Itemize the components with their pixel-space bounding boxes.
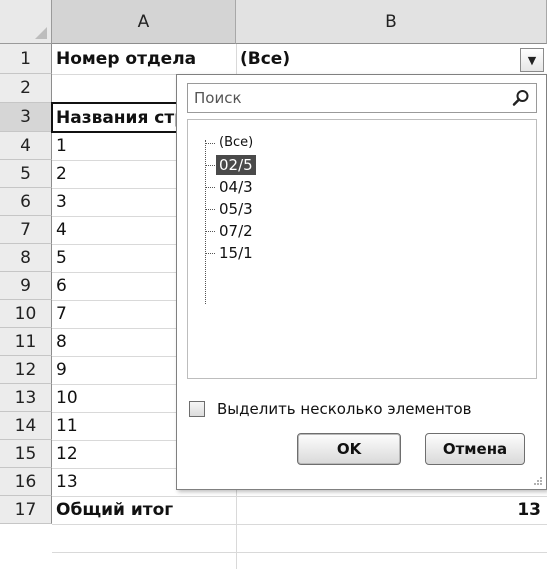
resize-grip-icon[interactable] [533, 476, 543, 486]
grand-total-value[interactable]: 13 [236, 496, 547, 524]
cell-b1-filter-value[interactable]: (Все) [236, 44, 516, 74]
row-header[interactable]: 14 [0, 412, 52, 440]
row-header[interactable]: 11 [0, 328, 52, 356]
row-header[interactable]: 4 [0, 132, 52, 160]
row-header[interactable]: 7 [0, 216, 52, 244]
column-header-a[interactable]: A [52, 0, 236, 44]
list-item[interactable]: 05/3 [205, 198, 256, 220]
list-item[interactable]: 15/1 [205, 242, 256, 264]
tree-branch [205, 186, 215, 188]
tree-branch [205, 164, 215, 166]
table-row[interactable]: 6 [52, 272, 174, 300]
row-header[interactable]: 15 [0, 440, 52, 468]
search-icon[interactable] [512, 89, 530, 107]
grand-total-label[interactable]: Общий итог [52, 496, 236, 524]
multi-select-label[interactable]: Выделить несколько элементов [217, 400, 472, 418]
tree-branch [205, 208, 215, 210]
row-header[interactable]: 9 [0, 272, 52, 300]
table-row[interactable]: 11 [52, 412, 174, 440]
table-row[interactable]: 1 [52, 132, 174, 160]
list-item-label[interactable]: 07/2 [216, 221, 256, 241]
table-row[interactable]: 12 [52, 440, 174, 468]
row-header[interactable]: 5 [0, 160, 52, 188]
row-header[interactable]: 17 [0, 496, 52, 524]
row-header[interactable]: 2 [0, 74, 52, 103]
table-row[interactable]: 13 [52, 468, 174, 496]
tree-branch [205, 252, 215, 254]
table-row[interactable]: 3 [52, 188, 174, 216]
search-input[interactable] [188, 84, 504, 112]
tree-branch [205, 142, 215, 144]
filter-items-list[interactable]: (Все) 02/5 04/3 05/3 07/2 15/1 [187, 119, 537, 379]
multi-select-checkbox[interactable] [189, 401, 205, 417]
column-header-b[interactable]: B [236, 0, 547, 44]
list-item-label[interactable]: 05/3 [216, 199, 256, 219]
table-row[interactable]: 4 [52, 216, 174, 244]
table-row[interactable]: 8 [52, 328, 174, 356]
cancel-button[interactable]: Отмена [425, 433, 525, 465]
multi-select-option[interactable]: Выделить несколько элементов [189, 397, 472, 421]
row-header[interactable]: 1 [0, 44, 52, 74]
row-header[interactable]: 12 [0, 356, 52, 384]
row-header[interactable]: 16 [0, 468, 52, 496]
table-row[interactable]: 9 [52, 356, 174, 384]
ok-button[interactable]: OK [297, 433, 401, 465]
list-item[interactable]: 04/3 [205, 176, 256, 198]
row-header[interactable]: 10 [0, 300, 52, 328]
table-row[interactable]: 7 [52, 300, 174, 328]
list-item-selected[interactable]: 02/5 [205, 154, 256, 176]
search-box [187, 83, 537, 113]
table-row[interactable]: 5 [52, 244, 174, 272]
row-gridline [52, 524, 547, 525]
list-item-label[interactable]: 15/1 [216, 243, 256, 263]
row-header[interactable]: 8 [0, 244, 52, 272]
list-item[interactable]: 07/2 [205, 220, 256, 242]
dropdown-arrow-icon: ▼ [527, 53, 537, 67]
filter-dropdown-button[interactable]: ▼ [520, 48, 544, 72]
list-item[interactable]: (Все) [205, 132, 256, 154]
row-gridline [52, 552, 547, 553]
list-item-label[interactable]: 02/5 [216, 155, 256, 175]
list-item-label[interactable]: (Все) [216, 133, 256, 153]
table-row[interactable]: 10 [52, 384, 174, 412]
select-all-triangle-icon [35, 27, 47, 39]
row-header[interactable]: 3 [0, 103, 52, 132]
cell-a1-filter-label[interactable]: Номер отдела [52, 44, 236, 74]
list-item-label[interactable]: 04/3 [216, 177, 256, 197]
tree-branch [205, 230, 215, 232]
filter-popup: (Все) 02/5 04/3 05/3 07/2 15/1 Выделить … [176, 74, 547, 490]
row-header[interactable]: 13 [0, 384, 52, 412]
table-row[interactable]: 2 [52, 160, 174, 188]
select-all-corner[interactable] [0, 0, 52, 44]
row-header[interactable]: 6 [0, 188, 52, 216]
